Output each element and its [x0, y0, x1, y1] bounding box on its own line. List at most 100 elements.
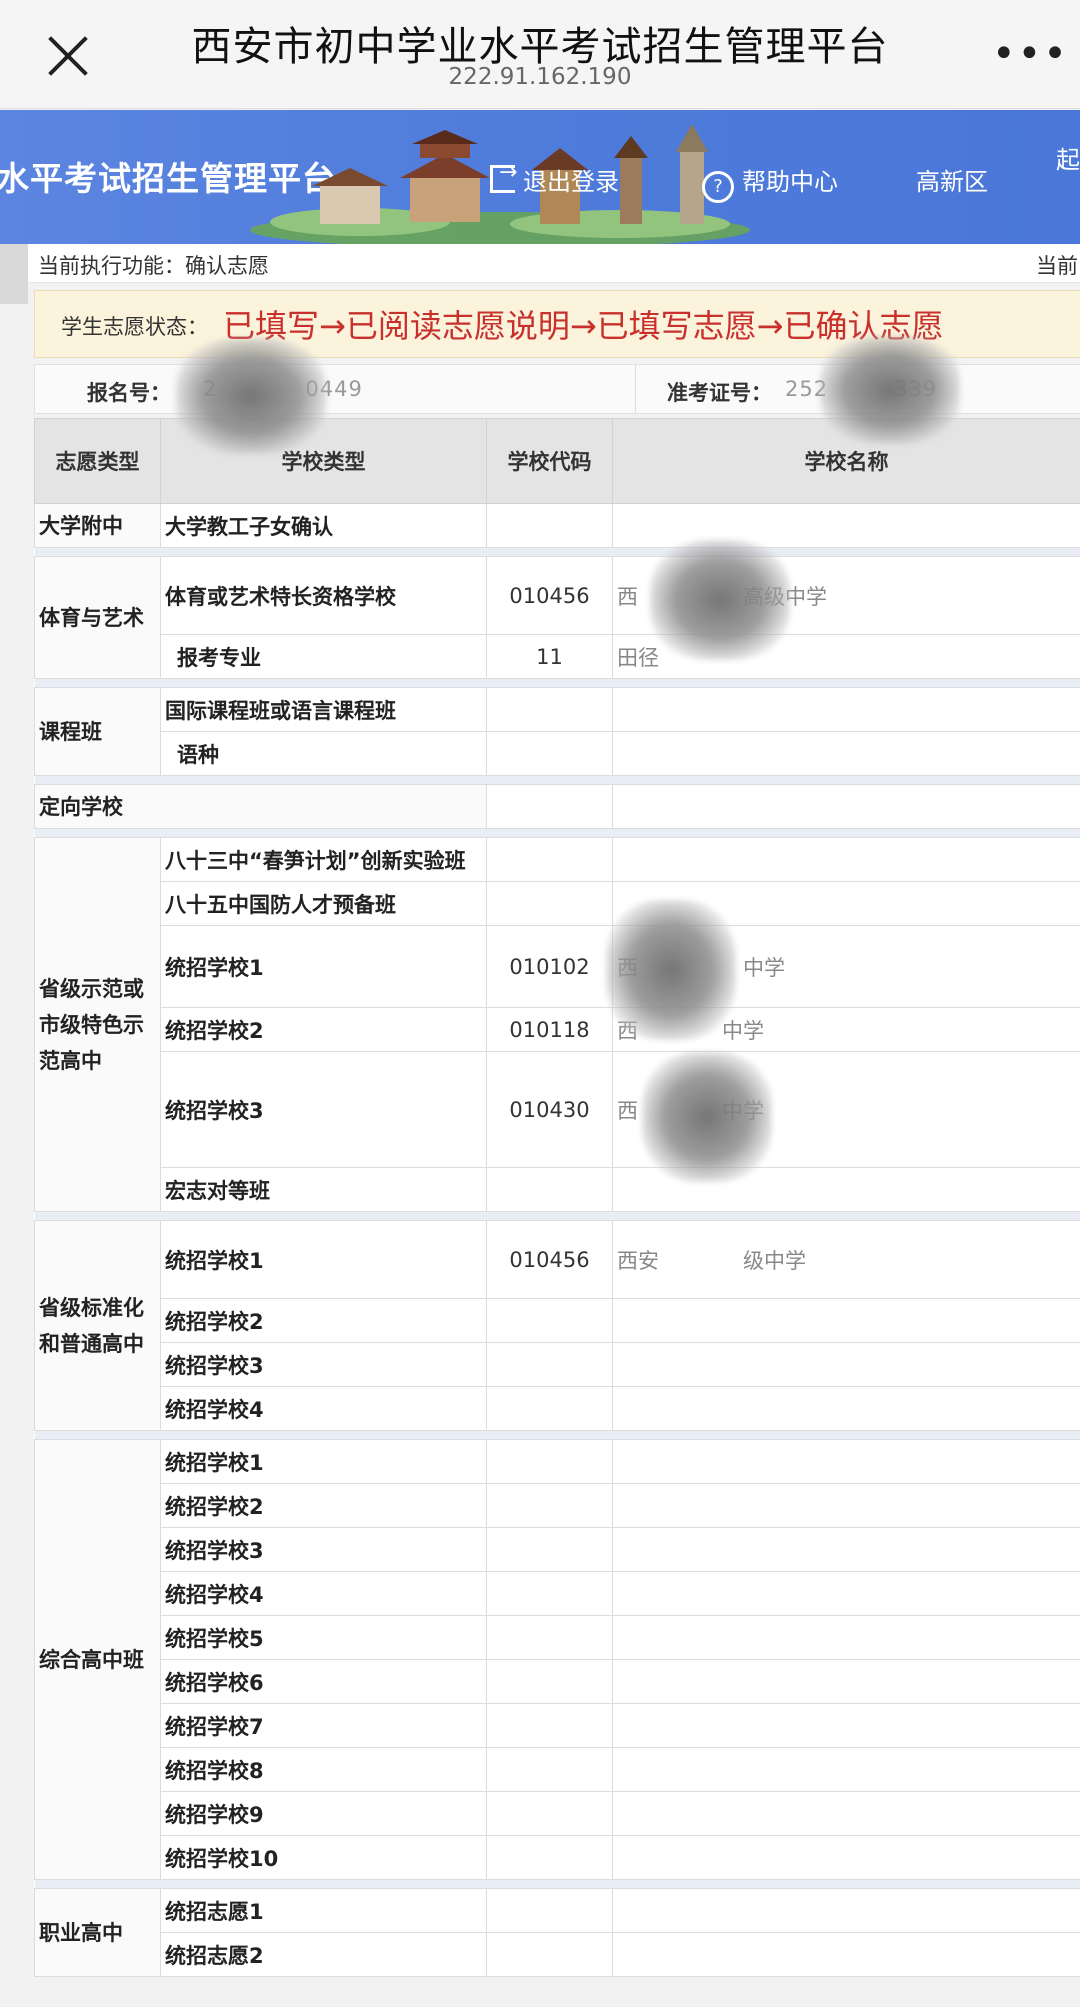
school-type-cell: 统招学校2 [160, 1298, 487, 1343]
table-row: 省级标准化和普通高中 统招学校1 010456 西安 级中学 [34, 1220, 1080, 1431]
school-name-cell [612, 731, 1080, 776]
school-code-cell: 010118 [486, 1007, 613, 1052]
school-code-cell [486, 1888, 613, 1933]
school-code-cell [486, 1703, 613, 1748]
school-type-cell: 统招学校2 [160, 1483, 487, 1528]
application-table: 志愿类型 学校类型 学校代码 学校名称 大学附中 大学教工子女确认 体育与艺术 … [34, 418, 1080, 1977]
table-row: 统招学校3 [35, 1342, 1080, 1387]
school-name-cell [612, 1527, 1080, 1572]
group-label: 职业高中 [34, 1888, 161, 1977]
school-code-cell [486, 731, 613, 776]
school-code-cell: 010456 [486, 1220, 613, 1299]
logout-link[interactable]: 退出登录 [490, 160, 619, 197]
school-name-cell [612, 1386, 1080, 1431]
table-row: 语种 [35, 731, 1080, 776]
school-type-cell: 体育或艺术特长资格学校 [160, 556, 487, 635]
school-code-cell [486, 1835, 613, 1880]
group-label: 大学附中 [34, 503, 161, 548]
school-code-cell: 010430 [486, 1051, 613, 1168]
group-label: 体育与艺术 [34, 556, 161, 679]
current-function-bar: 当前执行功能：确认志愿 当前 [0, 244, 1080, 304]
school-name-cell [612, 1659, 1080, 1704]
school-type-cell: 统招学校9 [160, 1791, 487, 1836]
school-type-cell: 统招学校1 [160, 925, 487, 1008]
school-name-cell [612, 1571, 1080, 1616]
more-icon[interactable]: ••• [992, 34, 1067, 74]
school-name-cell [612, 1888, 1080, 1933]
school-type-cell: 大学教工子女确认 [160, 503, 487, 548]
status-flow: 已填写→已阅读志愿说明→已填写志愿→已确认志愿 [223, 307, 944, 345]
school-type-cell: 统招学校8 [160, 1747, 487, 1792]
school-code-cell [486, 1747, 613, 1792]
help-icon: ? [702, 171, 734, 203]
school-code-cell [486, 1571, 613, 1616]
header-application-type: 志愿类型 [34, 418, 161, 504]
school-type-cell: 统招学校3 [160, 1527, 487, 1572]
group-label: 省级示范或市级特色示范高中 [34, 837, 161, 1212]
table-row: 统招学校6 [35, 1659, 1080, 1704]
group-label: 省级标准化和普通高中 [34, 1220, 161, 1431]
sidebar-edge [0, 244, 28, 304]
table-row: 统招学校1 010102 西 中学 [35, 925, 1080, 1008]
redaction-mark [176, 338, 326, 454]
school-name-cell [612, 1298, 1080, 1343]
school-code-cell [486, 1527, 613, 1572]
help-center-link[interactable]: ? 帮助中心 [702, 162, 838, 203]
school-code-cell [486, 1386, 613, 1431]
school-code-cell [486, 1615, 613, 1660]
district-link[interactable]: 高新区 [916, 162, 988, 197]
school-name-cell: 西安 级中学 [612, 1220, 1080, 1299]
school-type-cell: 统招学校1 [160, 1220, 487, 1299]
school-type-cell: 统招学校4 [160, 1386, 487, 1431]
table-row: 统招学校2 010118 西 中学 [35, 1007, 1080, 1052]
school-type-cell: 统招学校4 [160, 1571, 487, 1616]
school-code-cell [486, 1483, 613, 1528]
school-code-cell [486, 881, 613, 926]
school-code-cell [486, 1342, 613, 1387]
table-row: 体育与艺术 体育或艺术特长资格学校 010456 西 高级中学 [34, 556, 1080, 679]
school-type-cell: 报考专业 [160, 634, 487, 679]
admission-ticket-label: 准考证号： [667, 381, 772, 405]
group-label: 课程班 [34, 687, 161, 776]
redaction-mark [650, 540, 790, 660]
table-row: 定向学校 [34, 784, 1080, 829]
current-function-label: 当前执行功能：确认志愿 [38, 254, 269, 278]
table-row: 统招学校2 [35, 1483, 1080, 1528]
site-banner: 水平考试招生管理平台 退出登录 ?帮助中心 高新区 起 [0, 110, 1080, 244]
school-type-cell: 语种 [160, 731, 487, 776]
school-type-cell: 统招学校7 [160, 1703, 487, 1748]
table-row: 报考专业 11 田径 [35, 634, 1080, 679]
school-type-cell: 统招学校3 [160, 1342, 487, 1387]
logout-label: 退出登录 [523, 168, 619, 196]
school-code-cell [486, 687, 613, 732]
school-type-cell: 国际课程班或语言课程班 [160, 687, 487, 732]
table-row: 统招学校4 [35, 1386, 1080, 1431]
table-row: 统招学校8 [35, 1747, 1080, 1792]
table-row: 职业高中 统招志愿1 [34, 1888, 1080, 1977]
school-name-cell [612, 784, 1080, 829]
table-row: 宏志对等班 [35, 1167, 1080, 1212]
school-type-cell: 统招学校2 [160, 1007, 487, 1052]
redaction-mark [606, 900, 736, 1040]
registration-number-label: 报名号： [87, 381, 171, 405]
school-code-cell [486, 1659, 613, 1704]
status-label: 学生志愿状态： [61, 315, 208, 339]
table-row: 统招学校9 [35, 1791, 1080, 1836]
school-name-cell [612, 1615, 1080, 1660]
group-label: 综合高中班 [34, 1439, 161, 1880]
school-name-cell [612, 1835, 1080, 1880]
table-row: 统招学校10 [35, 1835, 1080, 1880]
table-row: 统招志愿2 [35, 1932, 1080, 1977]
banner-edge-text: 起 [1056, 146, 1080, 174]
school-name-cell [612, 1791, 1080, 1836]
group-label: 定向学校 [34, 784, 487, 829]
table-row: 八十五中国防人才预备班 [35, 881, 1080, 926]
close-icon[interactable] [40, 28, 96, 84]
school-code-cell [486, 1791, 613, 1836]
table-row: 课程班 国际课程班或语言课程班 [34, 687, 1080, 776]
current-function-edge: 当前 [1036, 254, 1078, 278]
school-name-cell [612, 1342, 1080, 1387]
school-type-cell: 统招学校3 [160, 1051, 487, 1168]
school-type-cell: 统招志愿2 [160, 1932, 487, 1977]
school-code-cell: 11 [486, 634, 613, 679]
